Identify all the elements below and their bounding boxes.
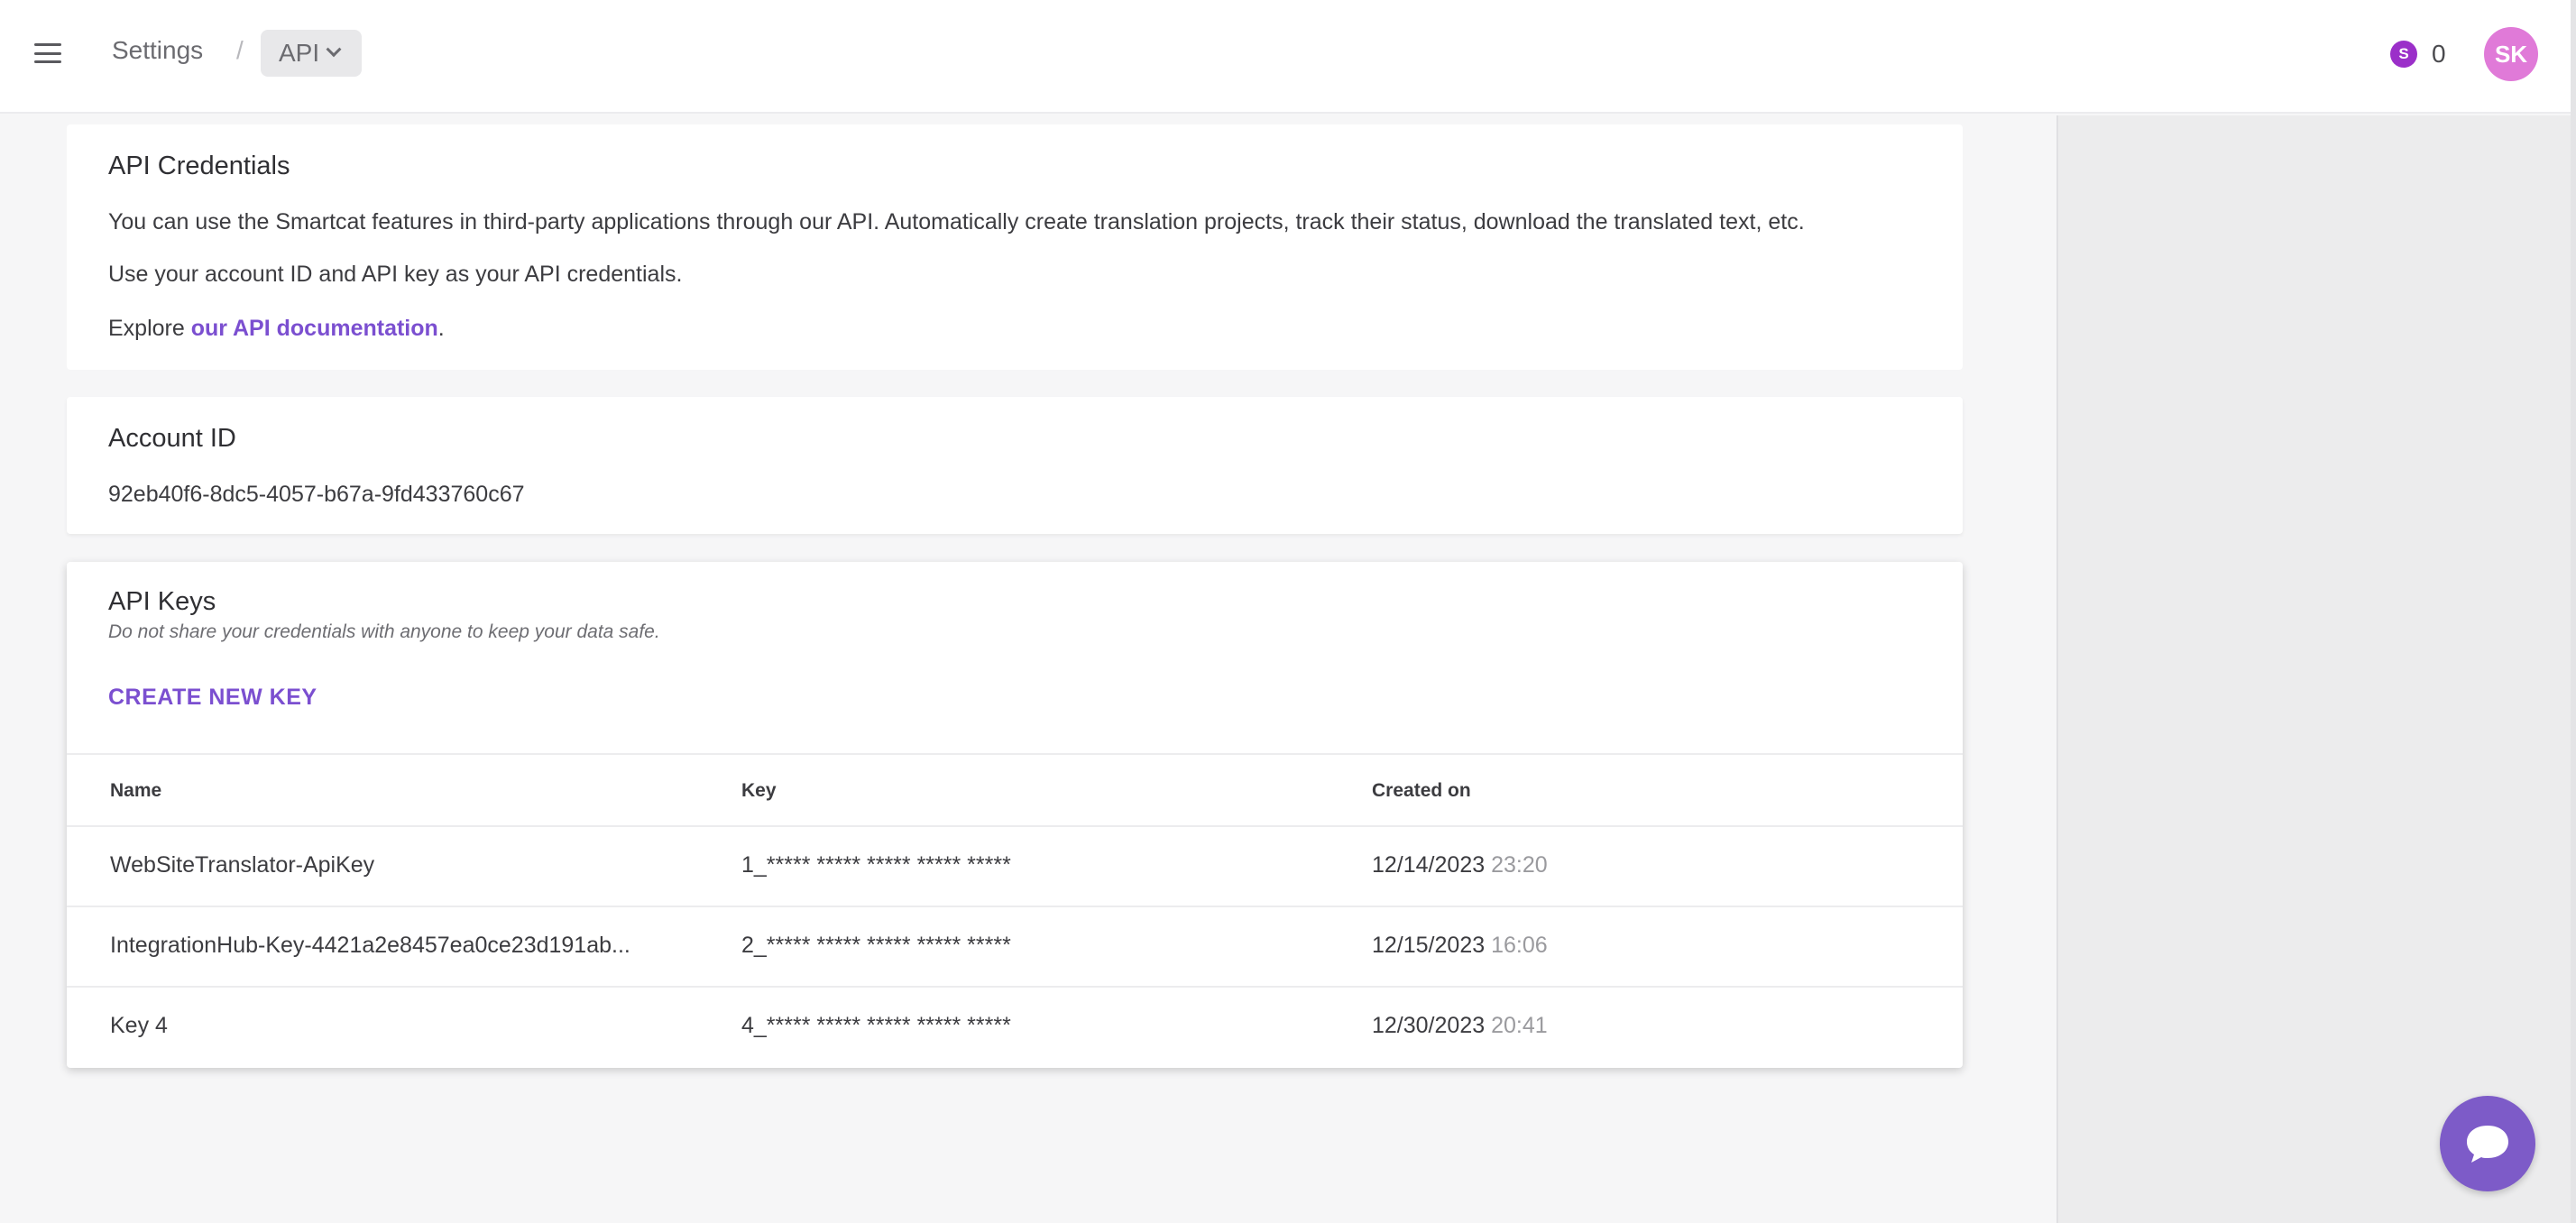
api-credentials-title: API Credentials (108, 152, 290, 180)
created-time: 20:41 (1491, 1013, 1548, 1038)
column-header-name[interactable]: Name (110, 780, 161, 802)
key-created-on: 12/14/2023 23:20 (1372, 852, 1548, 878)
key-created-on: 12/15/2023 16:06 (1372, 933, 1548, 959)
balance-value: 0 (2432, 40, 2446, 68)
explore-prefix: Explore (108, 316, 191, 341)
explore-suffix: . (437, 316, 445, 341)
table-row[interactable]: IntegrationHub-Key-4421a2e8457ea0ce23d19… (67, 907, 1963, 988)
key-name: IntegrationHub-Key-4421a2e8457ea0ce23d19… (110, 933, 630, 958)
right-side-panel (2056, 115, 2576, 1223)
key-masked: 1_***** ***** ***** ***** ***** (741, 852, 1011, 878)
balance-indicator[interactable]: S 0 (2390, 40, 2446, 69)
breadcrumb-separator: / (236, 36, 244, 64)
key-masked: 4_***** ***** ***** ***** ***** (741, 1013, 1011, 1038)
api-credentials-description: You can use the Smartcat features in thi… (108, 209, 1805, 234)
table-row[interactable]: Key 4 4_***** ***** ***** ***** ***** 12… (67, 988, 1963, 1068)
balance-coin-icon: S (2390, 41, 2417, 68)
key-masked: 2_***** ***** ***** ***** ***** (741, 933, 1011, 958)
scrollbar[interactable] (2571, 0, 2576, 1223)
api-keys-subtitle: Do not share your credentials with anyon… (108, 621, 660, 642)
key-name: WebSiteTranslator-ApiKey (110, 852, 375, 878)
table-header: Name Key Created on (67, 753, 1963, 827)
account-id-title: Account ID (108, 424, 236, 453)
breadcrumb-settings[interactable]: Settings (112, 36, 203, 65)
api-keys-title: API Keys (108, 587, 216, 616)
created-time: 16:06 (1491, 933, 1548, 958)
table-row[interactable]: WebSiteTranslator-ApiKey 1_***** ***** *… (67, 827, 1963, 907)
api-keys-card: API Keys Do not share your credentials w… (67, 562, 1963, 1068)
api-docs-line: Explore our API documentation. (108, 316, 445, 342)
account-id-card: Account ID 92eb40f6-8dc5-4057-b67a-9fd43… (67, 397, 1963, 534)
avatar[interactable]: SK (2484, 27, 2538, 81)
breadcrumb-api-label: API (279, 39, 320, 67)
created-date: 12/30/2023 (1372, 1013, 1486, 1038)
key-name: Key 4 (110, 1013, 168, 1038)
breadcrumb-api-dropdown[interactable]: API (261, 30, 362, 77)
account-id-value: 92eb40f6-8dc5-4057-b67a-9fd433760c67 (108, 482, 525, 507)
column-header-created-on[interactable]: Created on (1372, 780, 1471, 802)
create-new-key-button[interactable]: CREATE NEW KEY (108, 685, 317, 711)
key-created-on: 12/30/2023 20:41 (1372, 1013, 1548, 1039)
api-keys-table: Name Key Created on WebSiteTranslator-Ap… (67, 753, 1963, 1068)
created-date: 12/15/2023 (1372, 933, 1486, 958)
chevron-down-icon (326, 41, 342, 58)
created-date: 12/14/2023 (1372, 852, 1486, 878)
top-bar: Settings / API S 0 SK (0, 0, 2576, 114)
api-credentials-card: API Credentials You can use the Smartcat… (67, 124, 1963, 370)
hamburger-menu-icon[interactable] (32, 40, 63, 67)
column-header-key[interactable]: Key (741, 780, 777, 802)
api-credentials-usage: Use your account ID and API key as your … (108, 262, 683, 287)
chat-button[interactable] (2440, 1096, 2535, 1191)
api-documentation-link[interactable]: our API documentation (191, 316, 438, 341)
chat-bubble-icon (2467, 1126, 2508, 1163)
created-time: 23:20 (1491, 852, 1548, 878)
